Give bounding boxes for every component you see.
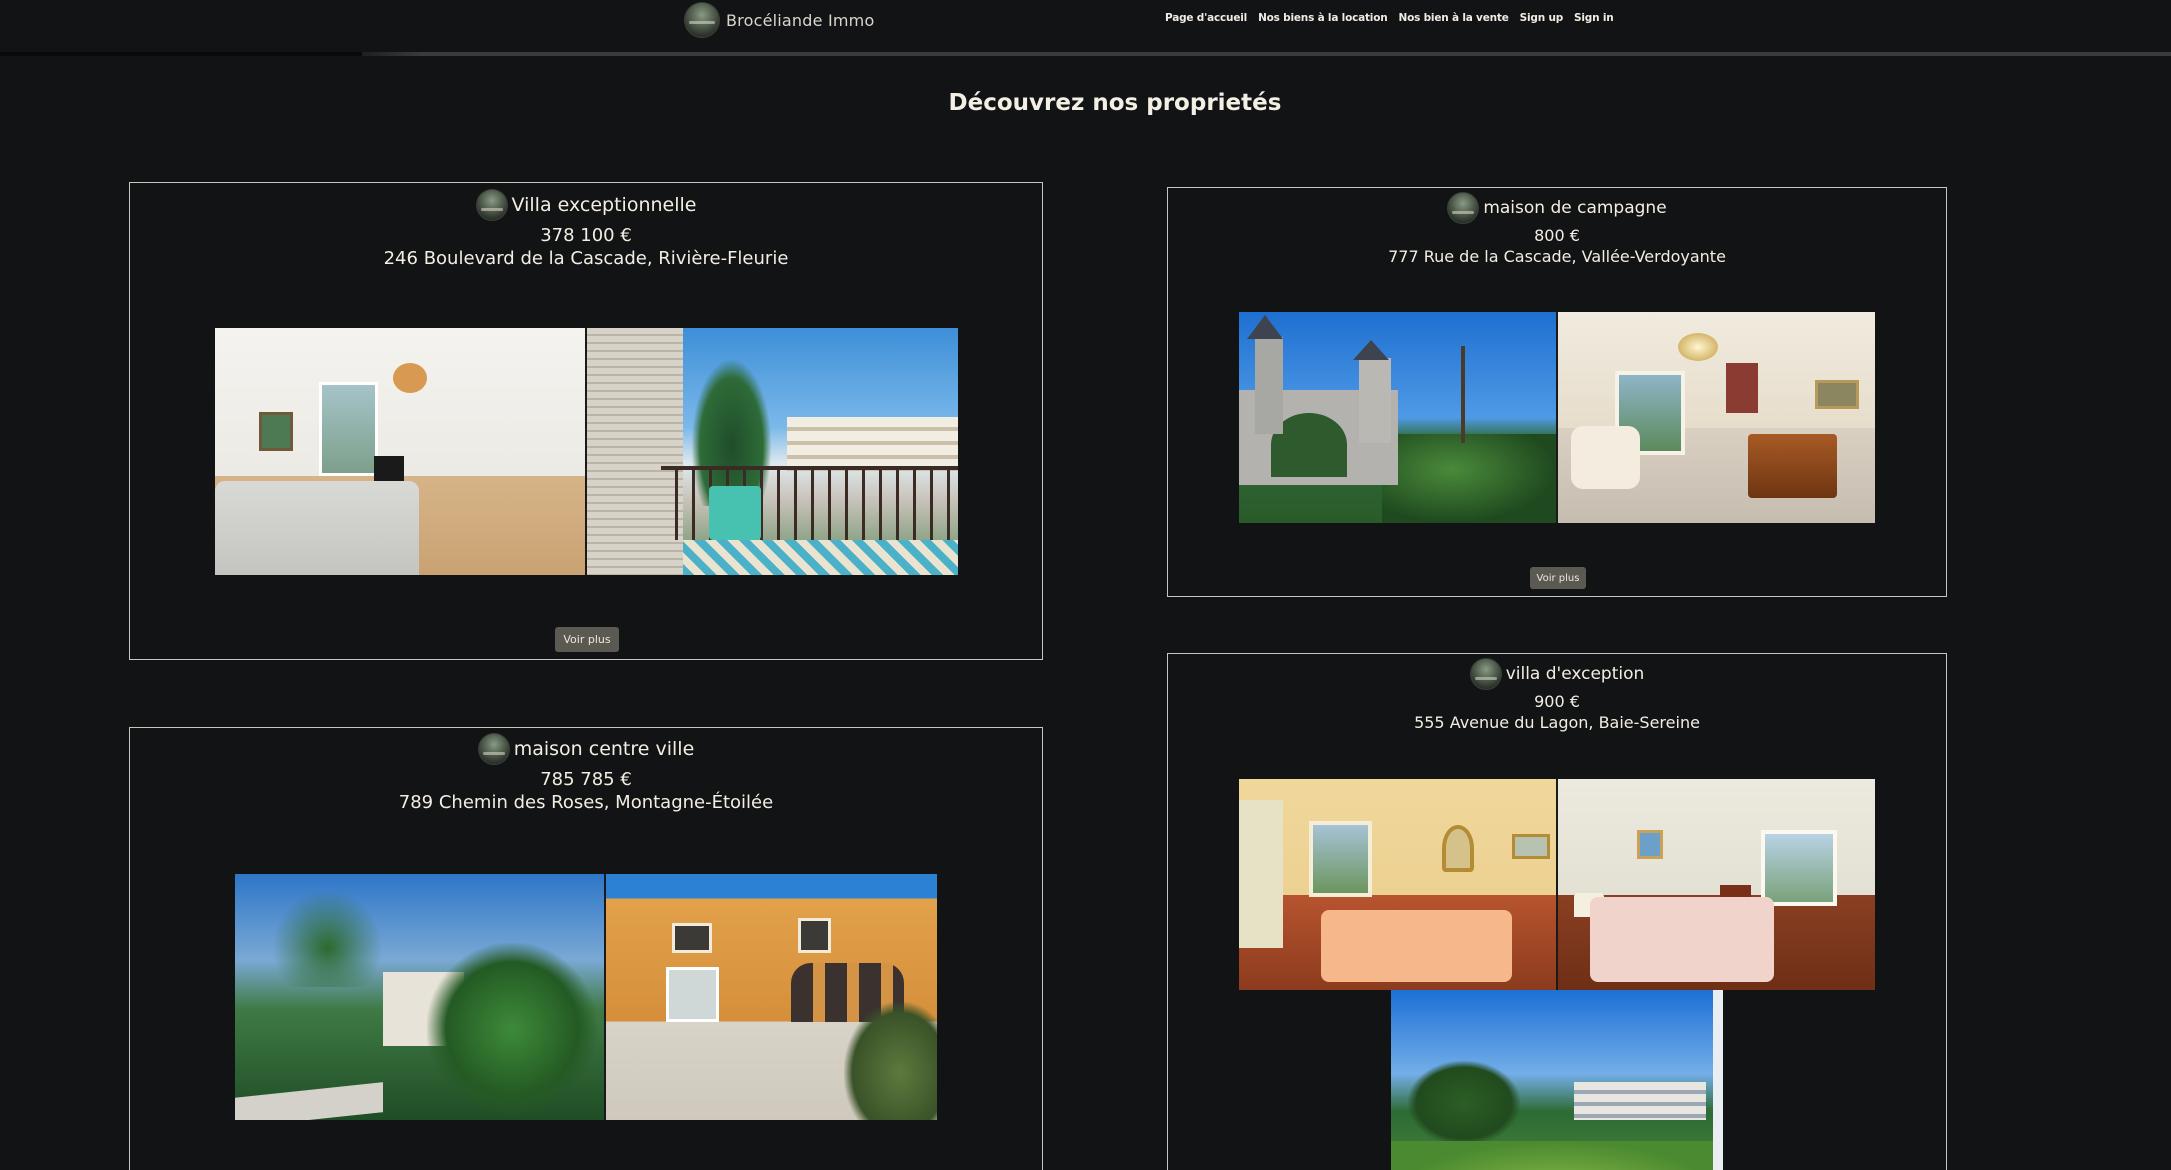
property-card-header: villa d'exception [1168,658,1946,690]
property-photo[interactable] [1239,779,1556,990]
property-card: Villa exceptionnelle 378 100 € 246 Boule… [129,182,1043,660]
property-title: villa d'exception [1505,664,1645,684]
property-photo-gallery [1239,779,1875,990]
property-photo[interactable] [1239,312,1556,523]
see-more-button[interactable]: Voir plus [1530,567,1586,589]
property-photo-gallery [235,874,937,1120]
photo-armchair [1570,425,1641,490]
photo-palm [426,942,597,1116]
property-logo [475,189,508,221]
property-address: 246 Boulevard de la Cascade, Rivière-Fle… [383,248,789,269]
photo-window [797,918,832,953]
property-address: 777 Rue de la Cascade, Vallée-Verdoyante [1388,247,1726,266]
property-price: 900 € [1534,692,1580,711]
property-card-header: maison centre ville [130,733,1042,765]
photo-table [709,486,762,541]
photo-bush [844,1001,937,1120]
property-price: 800 € [1534,226,1580,245]
photo-sofa [215,481,419,575]
nav-sign-in[interactable]: Sign in [1574,12,1614,24]
photo-edge [1713,990,1723,1170]
photo-tapestry [1726,362,1758,414]
property-title: Villa exceptionnelle [511,194,697,216]
photo-bed [1321,909,1512,982]
photo-building [787,416,958,472]
property-photo[interactable] [1558,312,1875,523]
page-title: Découvrez nos proprietés [948,90,1282,116]
brand-logo [684,2,720,38]
photo-building [1573,1082,1707,1121]
photo-ledge [235,1082,383,1120]
scroll-progress-fade [362,52,422,56]
photo-tower [1353,340,1392,443]
photo-painting [1511,833,1550,860]
property-logo [477,733,510,765]
property-address: 789 Chemin des Roses, Montagne-Étoilée [398,792,774,813]
photo-tv [374,456,404,482]
property-photo[interactable] [1391,990,1723,1170]
photo-tower [1246,315,1284,435]
photo-lamp [392,362,427,393]
photo-greenery [1381,434,1556,523]
nav-home[interactable]: Page d'accueil [1165,12,1247,24]
photo-railing [661,466,958,541]
brand[interactable]: Brocéliande Immo [684,2,874,38]
property-card-header: maison de campagne [1168,192,1946,224]
property-logo [1447,192,1480,224]
property-title: maison de campagne [1483,198,1667,218]
scroll-progress-bar [0,52,362,56]
see-more-button[interactable]: Voir plus [555,627,619,652]
photo-palm [271,888,383,988]
photo-painting [259,411,293,452]
photo-mirror [1441,825,1474,872]
property-photo[interactable] [215,328,585,575]
photo-window [1760,829,1837,906]
property-card: villa d'exception 900 € 555 Avenue du La… [1167,653,1947,1170]
nav-sign-up[interactable]: Sign up [1520,12,1564,24]
property-address: 555 Avenue du Lagon, Baie-Sereine [1414,713,1700,732]
photo-floor [683,540,958,575]
property-photo-gallery [1239,312,1875,523]
photo-wardrobe [1239,800,1284,948]
photo-painting [1814,379,1860,410]
photo-table [1748,434,1837,498]
property-title: maison centre ville [513,738,695,760]
nav-rentals[interactable]: Nos biens à la location [1258,12,1388,24]
property-photo[interactable] [1558,779,1875,990]
photo-window [318,382,378,477]
photo-window [672,923,712,953]
property-card: maison centre ville 785 785 € 789 Chemin… [129,727,1043,1170]
photo-palm [1460,345,1465,443]
property-photo[interactable] [587,328,958,575]
property-photo-gallery [215,328,958,575]
main-nav: Page d'accueil Nos biens à la location N… [1165,12,1614,24]
property-logo [1469,658,1502,690]
property-card-header: Villa exceptionnelle [130,189,1042,221]
site-header: Brocéliande Immo Page d'accueil Nos bien… [0,0,2171,52]
nav-sales[interactable]: Nos bien à la vente [1399,12,1509,24]
photo-lawn [1391,1141,1723,1170]
property-photo[interactable] [235,874,604,1120]
photo-door [665,967,719,1022]
photo-bed [1589,897,1774,982]
photo-painting [1637,829,1663,860]
photo-tree [1407,1061,1521,1146]
property-price: 378 100 € [540,225,632,246]
photo-chandelier [1678,333,1719,362]
property-price: 785 785 € [540,769,632,790]
property-photo[interactable] [606,874,937,1120]
photo-window [1308,821,1373,898]
property-card: maison de campagne 800 € 777 Rue de la C… [1167,187,1947,597]
brand-name: Brocéliande Immo [726,10,875,30]
